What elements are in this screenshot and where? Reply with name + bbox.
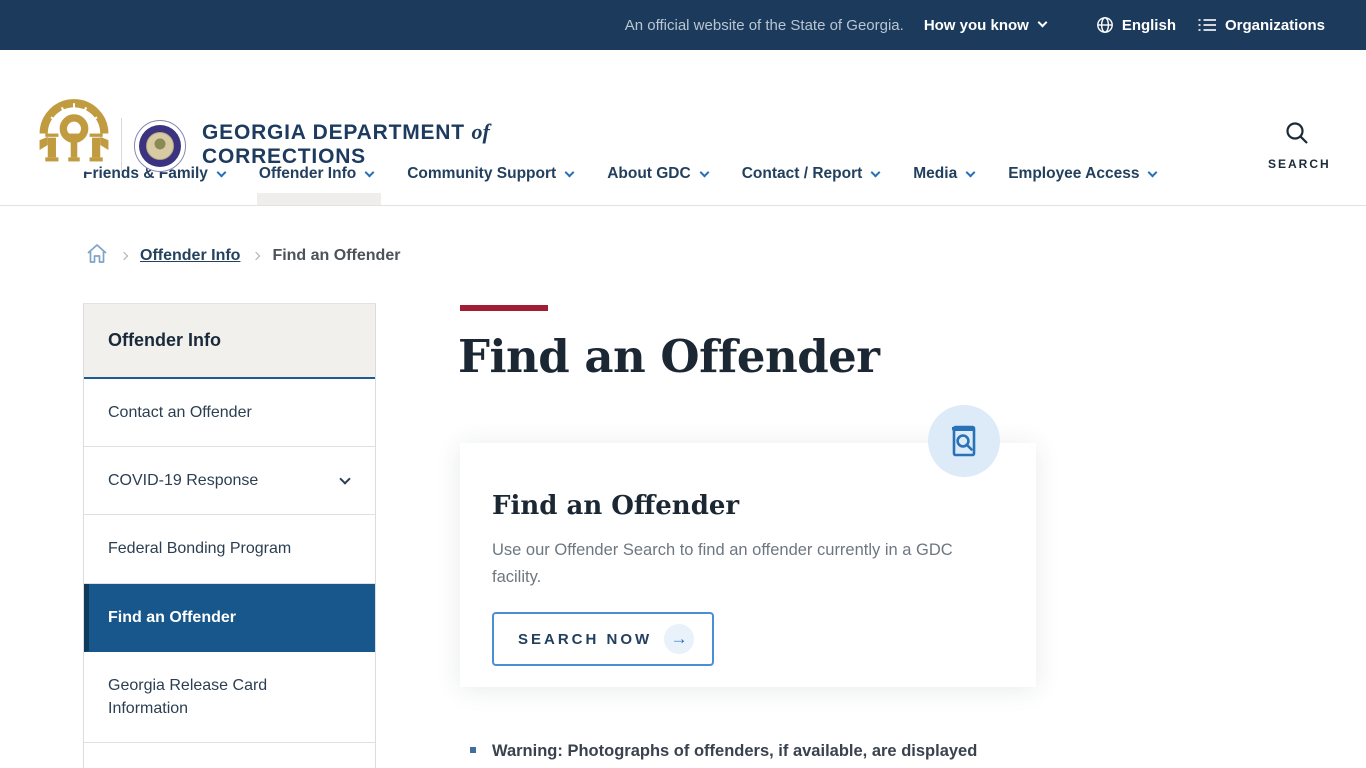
search-label: SEARCH: [1268, 157, 1331, 171]
chevron-down-icon: [1148, 167, 1158, 177]
sidebar-item-incarcerated-veterans[interactable]: Incarcerated Veterans: [84, 743, 375, 768]
agency-title[interactable]: GEORGIA DEPARTMENT of CORRECTIONS: [202, 120, 490, 169]
bullet-icon: [470, 747, 476, 753]
nav-item-contact-report[interactable]: Contact / Report: [742, 143, 881, 205]
list-icon: [1198, 17, 1217, 33]
organizations-label: Organizations: [1224, 16, 1325, 34]
arch-icon: [39, 99, 109, 162]
sidebar-item-covid-19-response[interactable]: COVID-19 Response: [84, 447, 375, 516]
language-label: English: [1121, 16, 1176, 34]
sidebar-item-georgia-release-card-information[interactable]: Georgia Release Card Information: [84, 651, 375, 744]
official-state-bar: An official website of the State of Geor…: [0, 0, 1366, 50]
breadcrumb-separator: [119, 251, 129, 261]
agency-title-line1: GEORGIA DEPARTMENT: [202, 121, 465, 144]
arrow-right-icon: →: [664, 624, 695, 655]
find-offender-card: Find an Offender Use our Offender Search…: [460, 443, 1036, 687]
official-message: An official website of the State of Geor…: [624, 16, 904, 34]
chevron-down-icon: [870, 167, 881, 177]
how-you-know-label: How you know: [923, 16, 1029, 34]
sidebar-item-find-an-offender[interactable]: Find an Offender: [84, 583, 375, 652]
globe-icon: [1096, 16, 1114, 34]
language-switcher[interactable]: English: [1096, 16, 1176, 34]
chevron-down-icon: [1037, 17, 1048, 28]
offender-search-badge: [928, 405, 1000, 477]
site-header: GEORGIA DEPARTMENT of CORRECTIONS SEARCH: [0, 50, 1366, 174]
chevron-down-icon: [564, 167, 575, 177]
sidebar-offender-info: Offender Info Contact an Offender COVID-…: [83, 303, 376, 768]
page: An official website of the State of Geor…: [0, 0, 1366, 768]
search-icon: [1286, 122, 1308, 144]
chevron-down-icon: [699, 167, 710, 177]
breadcrumb-current: Find an Offender: [272, 247, 401, 264]
document-search-icon: [952, 425, 976, 457]
heading-accent-bar: [460, 305, 548, 311]
nav-item-employee-access[interactable]: Employee Access: [1008, 143, 1158, 205]
header-search-button[interactable]: SEARCH: [1268, 120, 1331, 171]
how-you-know-toggle[interactable]: How you know: [923, 16, 1048, 34]
logo-divider: [121, 118, 122, 174]
sidebar-title: Offender Info: [84, 304, 375, 379]
nav-item-media[interactable]: Media: [913, 143, 976, 205]
breadcrumb-separator: [252, 251, 261, 261]
organizations-link[interactable]: Organizations: [1198, 17, 1325, 34]
breadcrumb-link-offender-info[interactable]: Offender Info: [140, 247, 240, 265]
search-now-button[interactable]: SEARCH NOW →: [492, 612, 715, 667]
card-description: Use our Offender Search to find an offen…: [492, 541, 953, 586]
agency-title-of: of: [471, 119, 490, 144]
georgia-arch-logo[interactable]: [28, 81, 120, 173]
agency-title-line2: CORRECTIONS: [202, 145, 366, 168]
warning-list-item: Warning: Photographs of offenders, if av…: [470, 740, 1050, 763]
nav-item-about-gdc[interactable]: About GDC: [607, 143, 710, 205]
home-icon[interactable]: [86, 243, 108, 269]
page-title: Find an Offender: [458, 330, 880, 383]
chevron-down-icon: [339, 473, 351, 485]
gdc-seal: [134, 120, 186, 172]
warning-text: Warning: Photographs of offenders, if av…: [492, 742, 978, 760]
sidebar-item-federal-bonding-program[interactable]: Federal Bonding Program: [84, 515, 375, 584]
breadcrumb: Offender Info Find an Offender: [86, 243, 400, 269]
card-title: Find an Offender: [492, 491, 740, 521]
sidebar-item-contact-an-offender[interactable]: Contact an Offender: [84, 379, 375, 448]
seal-center: [146, 132, 174, 160]
chevron-down-icon: [965, 167, 976, 177]
